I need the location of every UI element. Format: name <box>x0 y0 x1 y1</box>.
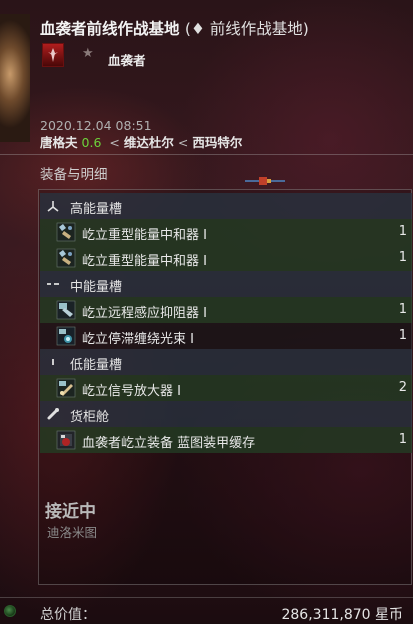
group-label: 中能量槽 <box>70 280 123 295</box>
group-header-cargo[interactable]: 货柜舱 <box>40 401 412 427</box>
item-quantity: 1 <box>398 302 407 317</box>
list-item[interactable]: 屹立重型能量中和器 I 1 <box>40 245 412 271</box>
item-name: 屹立重型能量中和器 I <box>82 254 207 269</box>
fitting-list: 高能量槽 屹立重型能量中和器 I 1 屹立重型能量中和器 I 1 中能量槽 屹立… <box>40 193 412 453</box>
security-status: 0.6 <box>81 135 102 150</box>
approach-status: 接近中 <box>45 502 96 522</box>
item-quantity: 1 <box>398 328 407 343</box>
item-name: 血袭者屹立装备 蓝图装甲缓存 <box>82 436 256 451</box>
corp-name[interactable]: 血袭者 <box>108 50 146 69</box>
sensor-dampener-icon <box>56 300 76 320</box>
group-label: 低能量槽 <box>70 358 123 373</box>
item-quantity: 1 <box>398 432 407 447</box>
group-label: 高能量槽 <box>70 202 123 217</box>
region-name[interactable]: 西玛特尔 <box>192 135 242 150</box>
group-header-high-slots[interactable]: 高能量槽 <box>40 193 412 219</box>
item-name: 屹立重型能量中和器 I <box>82 228 207 243</box>
group-header-low-slots[interactable]: 低能量槽 <box>40 349 412 375</box>
section-title: 装备与明细 <box>40 167 108 183</box>
group-label: 货柜舱 <box>70 410 110 425</box>
list-item[interactable]: 屹立停滞缠绕光束 I 1 <box>40 323 412 349</box>
blueprint-cache-icon <box>56 430 76 450</box>
corp-logo[interactable] <box>42 43 64 67</box>
cargo-icon <box>47 408 59 420</box>
item-name: 屹立远程感应抑阻器 I <box>82 306 207 321</box>
list-item[interactable]: 屹立远程感应抑阻器 I 1 <box>40 297 412 323</box>
corp-emblem-icon <box>48 48 58 62</box>
location-separator: < <box>177 135 189 150</box>
high-slot-icon <box>47 201 59 212</box>
kill-date: 2020.12.04 08:51 <box>40 118 152 133</box>
total-value-label: 总价值： <box>40 607 96 623</box>
ship-silhouette-icon <box>245 177 285 185</box>
energy-neutralizer-icon <box>56 222 76 242</box>
divider <box>0 154 413 155</box>
signal-amplifier-icon <box>56 378 76 398</box>
low-slot-icon <box>52 359 54 365</box>
item-name: 屹立停滞缠绕光束 I <box>82 332 194 347</box>
stasis-webifier-icon <box>56 326 76 346</box>
location-separator: < <box>109 135 120 150</box>
mid-slot-icon <box>47 283 59 285</box>
item-quantity: 1 <box>398 250 407 265</box>
ship-title: 血袭者前线作战基地 (♦ 前线作战基地) <box>40 17 309 39</box>
star-icon: ★ <box>82 46 94 61</box>
ship-thumbnail[interactable] <box>0 14 30 142</box>
divider <box>0 597 413 598</box>
ship-name: 血袭者前线作战基地 <box>40 20 180 38</box>
system-name[interactable]: 唐格夫 <box>40 135 78 150</box>
approach-target: 迪洛米图 <box>47 525 98 540</box>
location-line: 唐格夫 0.6 < 维达杜尔 < 西玛特尔 <box>40 132 242 151</box>
list-item[interactable]: 屹立信号放大器 I 2 <box>40 375 412 401</box>
list-item[interactable]: 血袭者屹立装备 蓝图装甲缓存 1 <box>40 427 412 453</box>
item-name: 屹立信号放大器 I <box>82 384 181 399</box>
group-header-mid-slots[interactable]: 中能量槽 <box>40 271 412 297</box>
total-value: 286,311,870 星币 <box>281 607 403 623</box>
item-quantity: 1 <box>398 224 407 239</box>
list-item[interactable]: 屹立重型能量中和器 I 1 <box>40 219 412 245</box>
energy-neutralizer-icon <box>56 248 76 268</box>
constellation-name[interactable]: 维达杜尔 <box>124 135 174 150</box>
status-indicator-icon[interactable] <box>4 605 16 617</box>
item-quantity: 2 <box>398 380 407 395</box>
ship-type[interactable]: (♦ 前线作战基地) <box>185 20 309 38</box>
